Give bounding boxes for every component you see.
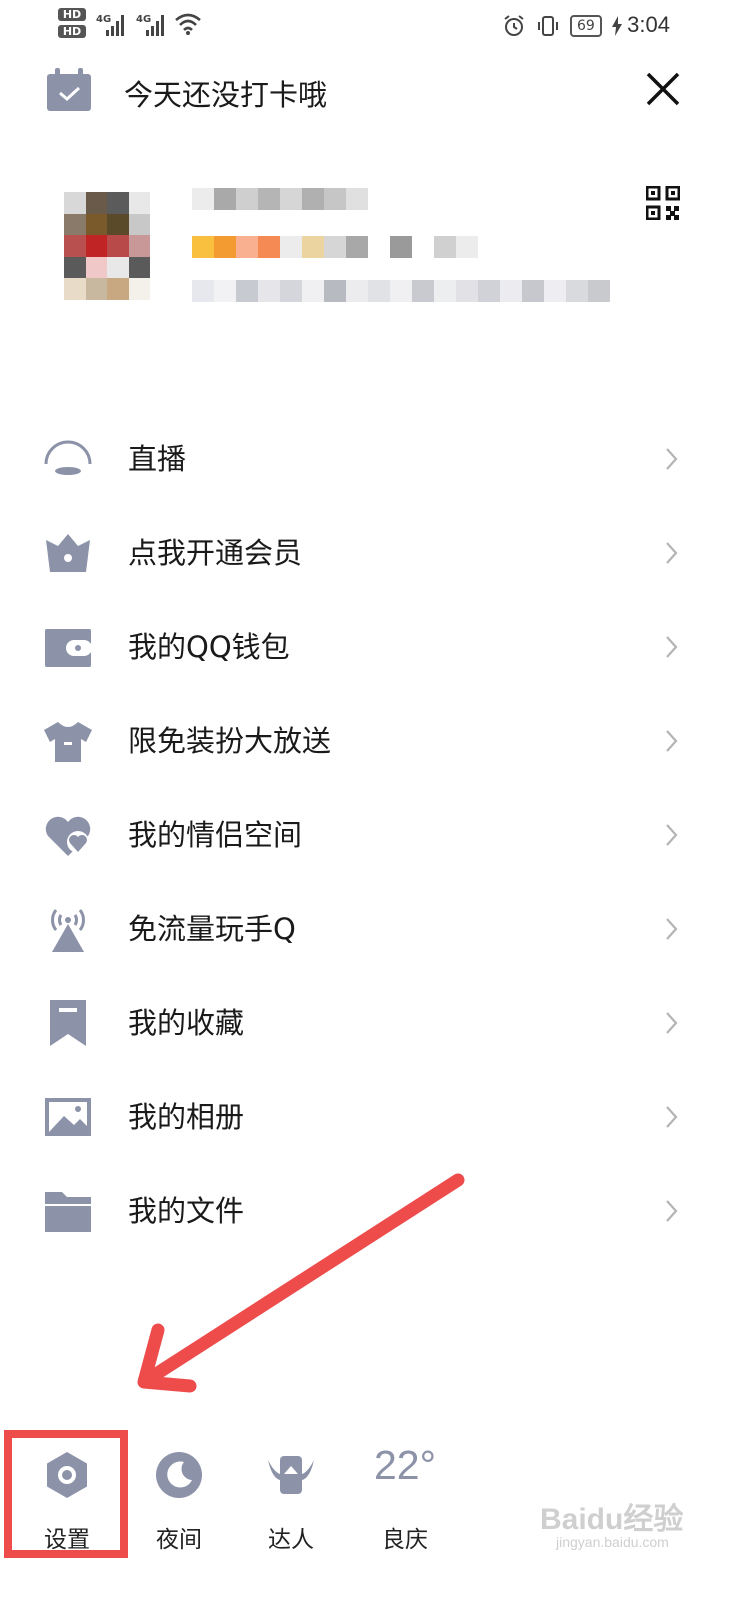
menu-item-theme[interactable]: 限免装扮大放送	[0, 694, 738, 788]
expert-button[interactable]: 达人	[246, 1440, 336, 1560]
menu-item-label: 直播	[128, 442, 187, 476]
hd-badge-1: HD	[58, 8, 86, 21]
menu-item-label: 我的情侣空间	[128, 818, 303, 852]
calendar-check-icon[interactable]	[46, 68, 92, 112]
chevron-right-icon	[666, 636, 678, 658]
menu-item-favorites[interactable]: 我的收藏	[0, 976, 738, 1070]
battery-level: 69	[570, 15, 602, 37]
tshirt-icon	[44, 722, 92, 762]
couple-hearts-icon	[45, 816, 91, 856]
expert-label: 达人	[268, 1527, 314, 1553]
menu-item-wallet[interactable]: 我的QQ钱包	[0, 600, 738, 694]
photo-icon	[45, 1098, 91, 1136]
drawer-header: 今天还没打卡哦	[0, 60, 738, 120]
chevron-right-icon	[666, 1106, 678, 1128]
menu-item-couple[interactable]: 我的情侣空间	[0, 788, 738, 882]
clock: 3:04	[627, 12, 670, 37]
weather-widget[interactable]: 22° 良庆	[360, 1440, 450, 1560]
chevron-right-icon	[666, 918, 678, 940]
weather-location: 良庆	[382, 1527, 428, 1553]
check-in-prompt[interactable]: 今天还没打卡哦	[124, 72, 327, 114]
menu-item-label: 限免装扮大放送	[128, 724, 332, 758]
night-mode-button[interactable]: 夜间	[134, 1440, 224, 1560]
vip-crown-icon	[46, 534, 90, 572]
watermark-url: jingyan.baidu.com	[556, 1534, 669, 1550]
wifi-icon	[175, 13, 201, 35]
status-bar: HD HD 4G 4G 69 3:04	[0, 0, 738, 54]
bookmark-icon	[50, 1000, 86, 1046]
status-icons: 69	[502, 14, 622, 38]
chevron-right-icon	[666, 1200, 678, 1222]
chevron-right-icon	[666, 542, 678, 564]
chevron-right-icon	[666, 1012, 678, 1034]
menu-item-label: 我的文件	[128, 1194, 245, 1228]
menu-item-label: 点我开通会员	[128, 536, 303, 570]
signal-bars-2-icon	[146, 14, 164, 36]
antenna-icon	[51, 909, 85, 952]
charging-icon	[611, 16, 622, 36]
night-mode-label: 夜间	[156, 1527, 202, 1553]
qr-code-icon[interactable]	[646, 186, 680, 220]
close-icon[interactable]	[640, 66, 686, 112]
menu-item-label: 我的QQ钱包	[128, 630, 290, 664]
hd-indicators: HD HD	[58, 8, 90, 42]
hd-badge-2: HD	[58, 25, 86, 38]
menu-item-album[interactable]: 我的相册	[0, 1070, 738, 1164]
vibrate-icon	[538, 16, 558, 36]
menu-item-files[interactable]: 我的文件	[0, 1164, 738, 1258]
wallet-icon	[45, 629, 92, 667]
menu-item-label: 我的相册	[128, 1100, 245, 1134]
chevron-right-icon	[666, 730, 678, 752]
menu-item-vip[interactable]: 点我开通会员	[0, 506, 738, 600]
folder-icon	[45, 1192, 91, 1232]
profile-info-pixelated[interactable]	[192, 184, 624, 324]
avatar[interactable]	[64, 192, 150, 300]
chevron-right-icon	[666, 448, 678, 470]
winged-badge-icon	[268, 1456, 314, 1494]
menu-item-free-data[interactable]: 免流量玩手Q	[0, 882, 738, 976]
live-icon	[44, 440, 92, 475]
menu-item-label: 免流量玩手Q	[128, 912, 296, 946]
chevron-right-icon	[666, 824, 678, 846]
temperature: 22°	[373, 1442, 436, 1488]
watermark: Baidu经验	[540, 1503, 684, 1536]
annotation-highlight-box	[4, 1430, 128, 1558]
moon-icon	[156, 1452, 202, 1498]
alarm-icon	[504, 15, 524, 36]
menu-item-label: 我的收藏	[128, 1006, 245, 1040]
signal-bars-1-icon	[106, 14, 124, 36]
menu-item-live[interactable]: 直播	[0, 412, 738, 506]
